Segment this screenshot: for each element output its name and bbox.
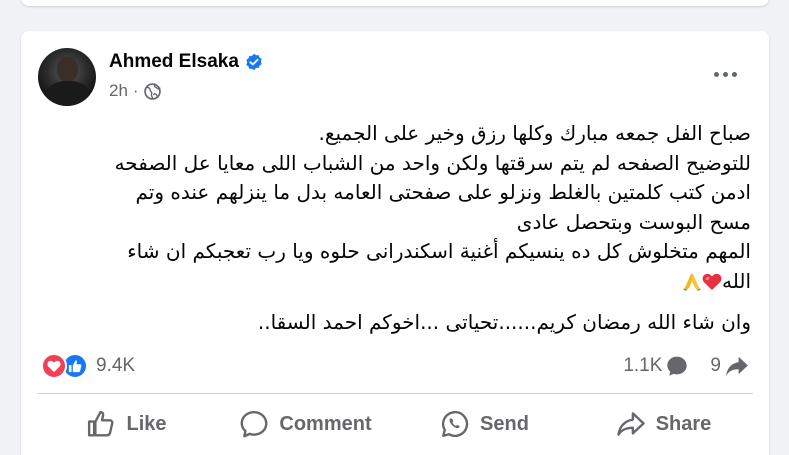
comment-share-stats: 1.1K 9: [623, 355, 749, 377]
comment-button[interactable]: Comment: [216, 401, 395, 447]
globe-icon[interactable]: [143, 82, 161, 100]
shares-stat[interactable]: 9: [710, 355, 749, 377]
more-options-button[interactable]: [707, 59, 743, 89]
post-line-with-emoji: الله: [36, 267, 751, 297]
folded-hands-emoji-icon: [683, 273, 701, 291]
reactions-summary[interactable]: 9.4K: [41, 353, 135, 379]
send-label: Send: [480, 412, 529, 435]
post-closing-line: وان شاء الله رمضان كريم......تحياتى ...ا…: [257, 310, 751, 334]
post-body: صباح الفل جمعه مبارك وكلها رزق وخير على …: [36, 119, 751, 338]
share-label: Share: [655, 412, 712, 435]
reaction-count: 9.4K: [96, 355, 136, 376]
previous-post-card: [21, 0, 769, 6]
actions-divider: [37, 393, 753, 394]
comment-count: 1.1K: [623, 355, 663, 376]
post-line: صباح الفل جمعه مبارك وكلها رزق وخير على …: [318, 121, 752, 145]
share-icon: [617, 412, 645, 436]
like-label: Like: [126, 412, 167, 435]
more-dot-icon: [731, 71, 737, 77]
post-line: ادمن كتب كلمتين بالغلط ونزلو على صفحتى ا…: [135, 180, 752, 204]
share-count: 9: [710, 355, 721, 376]
post-line: المهم متخلوش كل ده ينسيكم أغنية اسكندران…: [127, 239, 751, 263]
author-avatar[interactable]: [38, 48, 96, 106]
comments-stat[interactable]: 1.1K: [623, 355, 688, 377]
send-button[interactable]: Send: [395, 401, 574, 447]
post-card: Ahmed Elsaka 2h · صباح الفل جمعه مبارك و…: [21, 31, 769, 455]
post-actions-bar: Like Comment Send Share: [37, 401, 753, 447]
author-name[interactable]: Ahmed Elsaka: [109, 51, 239, 73]
comment-icon: [240, 410, 268, 438]
post-line: مسح البوست وبتحصل عادى: [516, 209, 751, 234]
whatsapp-send-icon: [442, 410, 469, 438]
red-heart-emoji-icon: [702, 273, 722, 290]
author-row: Ahmed Elsaka: [109, 51, 263, 73]
share-arrow-icon: [726, 356, 748, 376]
like-button[interactable]: Like: [37, 401, 216, 447]
avatar-body: [46, 81, 90, 106]
more-dot-icon: [722, 71, 728, 77]
thumbs-up-icon: [88, 410, 114, 437]
comment-bubble-icon: [667, 356, 688, 376]
comment-label: Comment: [279, 412, 372, 435]
avatar-head: [57, 57, 78, 82]
share-button[interactable]: Share: [574, 401, 753, 447]
love-reaction-icon: [41, 353, 67, 379]
engagement-stats: 9.4K 1.1K 9: [21, 351, 769, 385]
post-line: للتوضيح الصفحه لم يتم سرقتها ولكن واحد م…: [114, 150, 751, 175]
post-timestamp[interactable]: 2h: [109, 81, 128, 101]
post-line: الله: [722, 268, 751, 293]
meta-separator: ·: [132, 81, 139, 100]
more-dot-icon: [713, 71, 719, 77]
post-meta: 2h ·: [109, 81, 161, 101]
verified-badge-icon: [246, 53, 262, 71]
